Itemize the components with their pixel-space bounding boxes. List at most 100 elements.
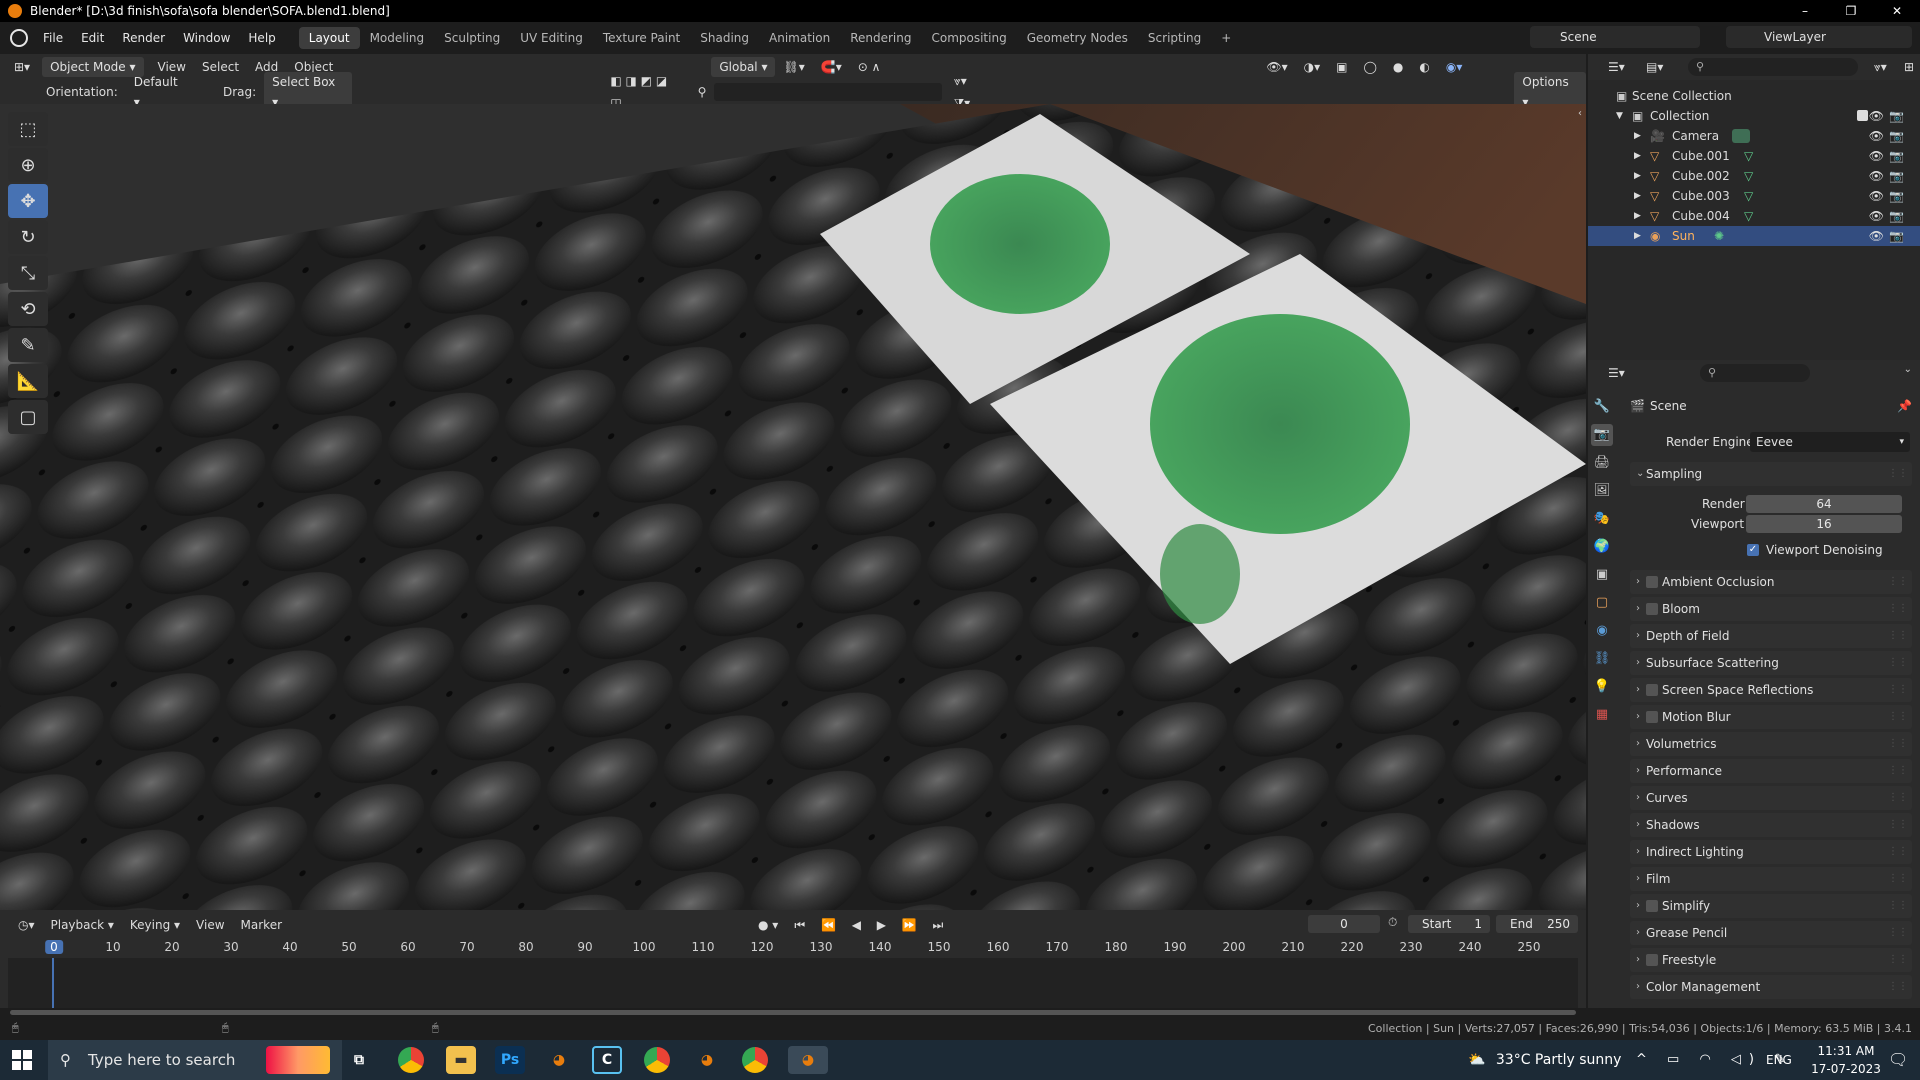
render-camera-icon[interactable]: 📷 (1889, 106, 1904, 126)
outliner-collection-row[interactable]: ▼ ▣ Collection 👁 📷 (1588, 106, 1920, 126)
start-button[interactable] (12, 1050, 32, 1070)
sun-data-icon[interactable]: ✺ (1714, 226, 1724, 246)
outliner-editor-type-icon[interactable]: ☰▾ (1600, 56, 1633, 78)
physics-tab-icon[interactable]: ◉ (1591, 620, 1613, 642)
visibility-eye-icon[interactable]: 👁 (1869, 146, 1884, 166)
panel-performance[interactable]: › Performance ⋮⋮ (1630, 759, 1912, 783)
viewport-samples-field[interactable]: 16 (1746, 515, 1902, 533)
drag-handle-icon[interactable]: ⋮⋮ (1888, 921, 1908, 945)
transform-tool-icon[interactable]: ⟲ (8, 292, 48, 326)
notification-center-icon[interactable]: 🗨 (1888, 1050, 1908, 1069)
panel-bloom[interactable]: › Bloom ⋮⋮ (1630, 597, 1912, 621)
chrome-app-icon[interactable] (742, 1047, 768, 1073)
gizmo-visibility-icon[interactable]: 👁▾ (1258, 56, 1295, 78)
outliner-filter-icon[interactable]: ⩔▾ (1866, 56, 1895, 78)
shading-solid-icon[interactable]: ● (1385, 56, 1411, 78)
sampling-panel-header[interactable]: ⌄ Sampling ⋮⋮ (1630, 462, 1912, 486)
pivot-icon[interactable]: ⛓▾ (775, 56, 812, 78)
workspace-tab-scripting[interactable]: Scripting (1138, 27, 1211, 49)
outliner-item-cube-001[interactable]: ▶ ▽ Cube.001 ▽ 👁 📷 (1588, 146, 1920, 166)
workspace-tab-texture-paint[interactable]: Texture Paint (593, 27, 690, 49)
drag-handle-icon[interactable]: ⋮⋮ (1888, 651, 1908, 675)
scene-selector[interactable]: Scene (1530, 26, 1700, 48)
drag-handle-icon[interactable]: ⋮⋮ (1888, 732, 1908, 756)
render-camera-icon[interactable]: 📷 (1889, 166, 1904, 186)
close-button[interactable]: ✕ (1874, 0, 1920, 22)
workspace-tab-rendering[interactable]: Rendering (840, 27, 921, 49)
auto-keying-icon[interactable]: ● ▾ (750, 914, 786, 936)
proportional-edit-icon[interactable]: ⊙ ∧ (850, 56, 889, 78)
render-tab-icon[interactable]: 📷 (1591, 424, 1613, 446)
menu-file[interactable]: File (34, 22, 72, 54)
move-tool-icon[interactable]: ✥ (8, 184, 48, 218)
render-camera-icon[interactable]: 📷 (1889, 206, 1904, 226)
c-app-icon[interactable]: C (592, 1046, 622, 1074)
playhead-line[interactable] (52, 958, 54, 1008)
workspace-tab-uv-editing[interactable]: UV Editing (510, 27, 593, 49)
measure-tool-icon[interactable]: 📐 (8, 364, 48, 398)
render-samples-field[interactable]: 64 (1746, 495, 1902, 513)
drag-handle-icon[interactable]: ⋮⋮ (1888, 678, 1908, 702)
workspace-tab-layout[interactable]: Layout (298, 27, 360, 49)
cursor-tool-icon[interactable]: ⊕ (8, 148, 48, 182)
visibility-eye-icon[interactable]: 👁 (1869, 206, 1884, 226)
object-data-tab-icon[interactable]: 💡 (1591, 676, 1613, 698)
blender-app-icon[interactable]: ◕ (692, 1046, 722, 1074)
panel-screen-space-reflections[interactable]: › Screen Space Reflections ⋮⋮ (1630, 678, 1912, 702)
mesh-data-icon[interactable]: ▽ (1744, 186, 1753, 206)
current-frame-field[interactable]: 0 (1308, 915, 1380, 933)
workspace-tab-sculpting[interactable]: Sculpting (434, 27, 510, 49)
drag-handle-icon[interactable]: ⋮⋮ (1888, 624, 1908, 648)
expand-arrow-icon[interactable]: ▶ (1634, 166, 1641, 186)
properties-search-field[interactable]: ⚲ (1700, 364, 1810, 382)
timeline-editor-type-icon[interactable]: ◷▾ (10, 914, 43, 936)
expand-arrow-icon[interactable]: ▶ (1634, 206, 1641, 226)
scene-tab-icon[interactable]: 🎭 (1591, 508, 1613, 530)
select-box-tool-icon[interactable]: ⬚ (8, 112, 48, 146)
panel-volumetrics[interactable]: › Volumetrics ⋮⋮ (1630, 732, 1912, 756)
workspace-tab-shading[interactable]: Shading (690, 27, 759, 49)
timeline-menu-keying[interactable]: Keying ▾ (122, 914, 188, 936)
display-mode-icon[interactable]: ▤▾ (1638, 56, 1671, 78)
visibility-eye-icon[interactable]: 👁 (1869, 106, 1884, 126)
outliner-item-sun[interactable]: ▶ ◉ Sun ✺ 👁 📷 (1588, 226, 1920, 246)
render-camera-icon[interactable]: 📷 (1889, 226, 1904, 246)
panel-enable-checkbox[interactable] (1646, 711, 1658, 723)
panel-depth-of-field[interactable]: › Depth of Field ⋮⋮ (1630, 624, 1912, 648)
viewport-denoising-row[interactable]: ✓ Viewport Denoising (1630, 538, 1912, 562)
add-cube-tool-icon[interactable]: ▢ (8, 400, 48, 434)
panel-film[interactable]: › Film ⋮⋮ (1630, 867, 1912, 891)
transform-orientation-dropdown[interactable]: Global ▾ (711, 57, 776, 77)
workspace-tab-animation[interactable]: Animation (759, 27, 840, 49)
chrome-app-icon[interactable] (398, 1047, 424, 1073)
collection-tab-icon[interactable]: ▣ (1591, 564, 1613, 586)
input-language[interactable]: ENG (1766, 1040, 1792, 1080)
timeline-scrollbar[interactable] (10, 1010, 1576, 1015)
search-icon[interactable]: ⚲ (690, 81, 715, 103)
clock[interactable]: 11:31 AM 17-07-2023 (1806, 1042, 1886, 1078)
shading-wireframe-icon[interactable]: ◯ (1355, 56, 1384, 78)
rotate-tool-icon[interactable]: ↻ (8, 220, 48, 254)
output-tab-icon[interactable]: 🖨 (1591, 452, 1613, 474)
blender-app-icon[interactable]: ◕ (788, 1046, 828, 1074)
weather-widget[interactable]: ⛅ 33°C Partly sunny (1468, 1040, 1621, 1080)
render-camera-icon[interactable]: 📷 (1889, 126, 1904, 146)
menu-render[interactable]: Render (113, 22, 174, 54)
timeline-menu-view[interactable]: View (188, 914, 232, 936)
minimize-button[interactable]: – (1782, 0, 1828, 22)
expand-arrow-icon[interactable]: ▼ (1616, 106, 1623, 126)
annotate-tool-icon[interactable]: ✎ (8, 328, 48, 362)
workspace-tab-modeling[interactable]: Modeling (360, 27, 435, 49)
texture-tab-icon[interactable]: ▦ (1591, 704, 1613, 726)
panel-shadows[interactable]: › Shadows ⋮⋮ (1630, 813, 1912, 837)
taskbar-search[interactable]: ⚲ Type here to search (48, 1040, 342, 1080)
view-layer-selector[interactable]: ViewLayer (1726, 26, 1912, 48)
menu-edit[interactable]: Edit (72, 22, 113, 54)
render-camera-icon[interactable]: 📷 (1889, 146, 1904, 166)
drag-handle-icon[interactable]: ⋮⋮ (1888, 462, 1908, 486)
blender-app-icon[interactable]: ◕ (544, 1046, 574, 1074)
photoshop-app-icon[interactable]: Ps (495, 1046, 525, 1074)
drag-handle-icon[interactable]: ⋮⋮ (1888, 705, 1908, 729)
file-explorer-icon[interactable]: ▬ (446, 1046, 476, 1074)
properties-editor-type-icon[interactable]: ☰▾ (1600, 362, 1633, 384)
